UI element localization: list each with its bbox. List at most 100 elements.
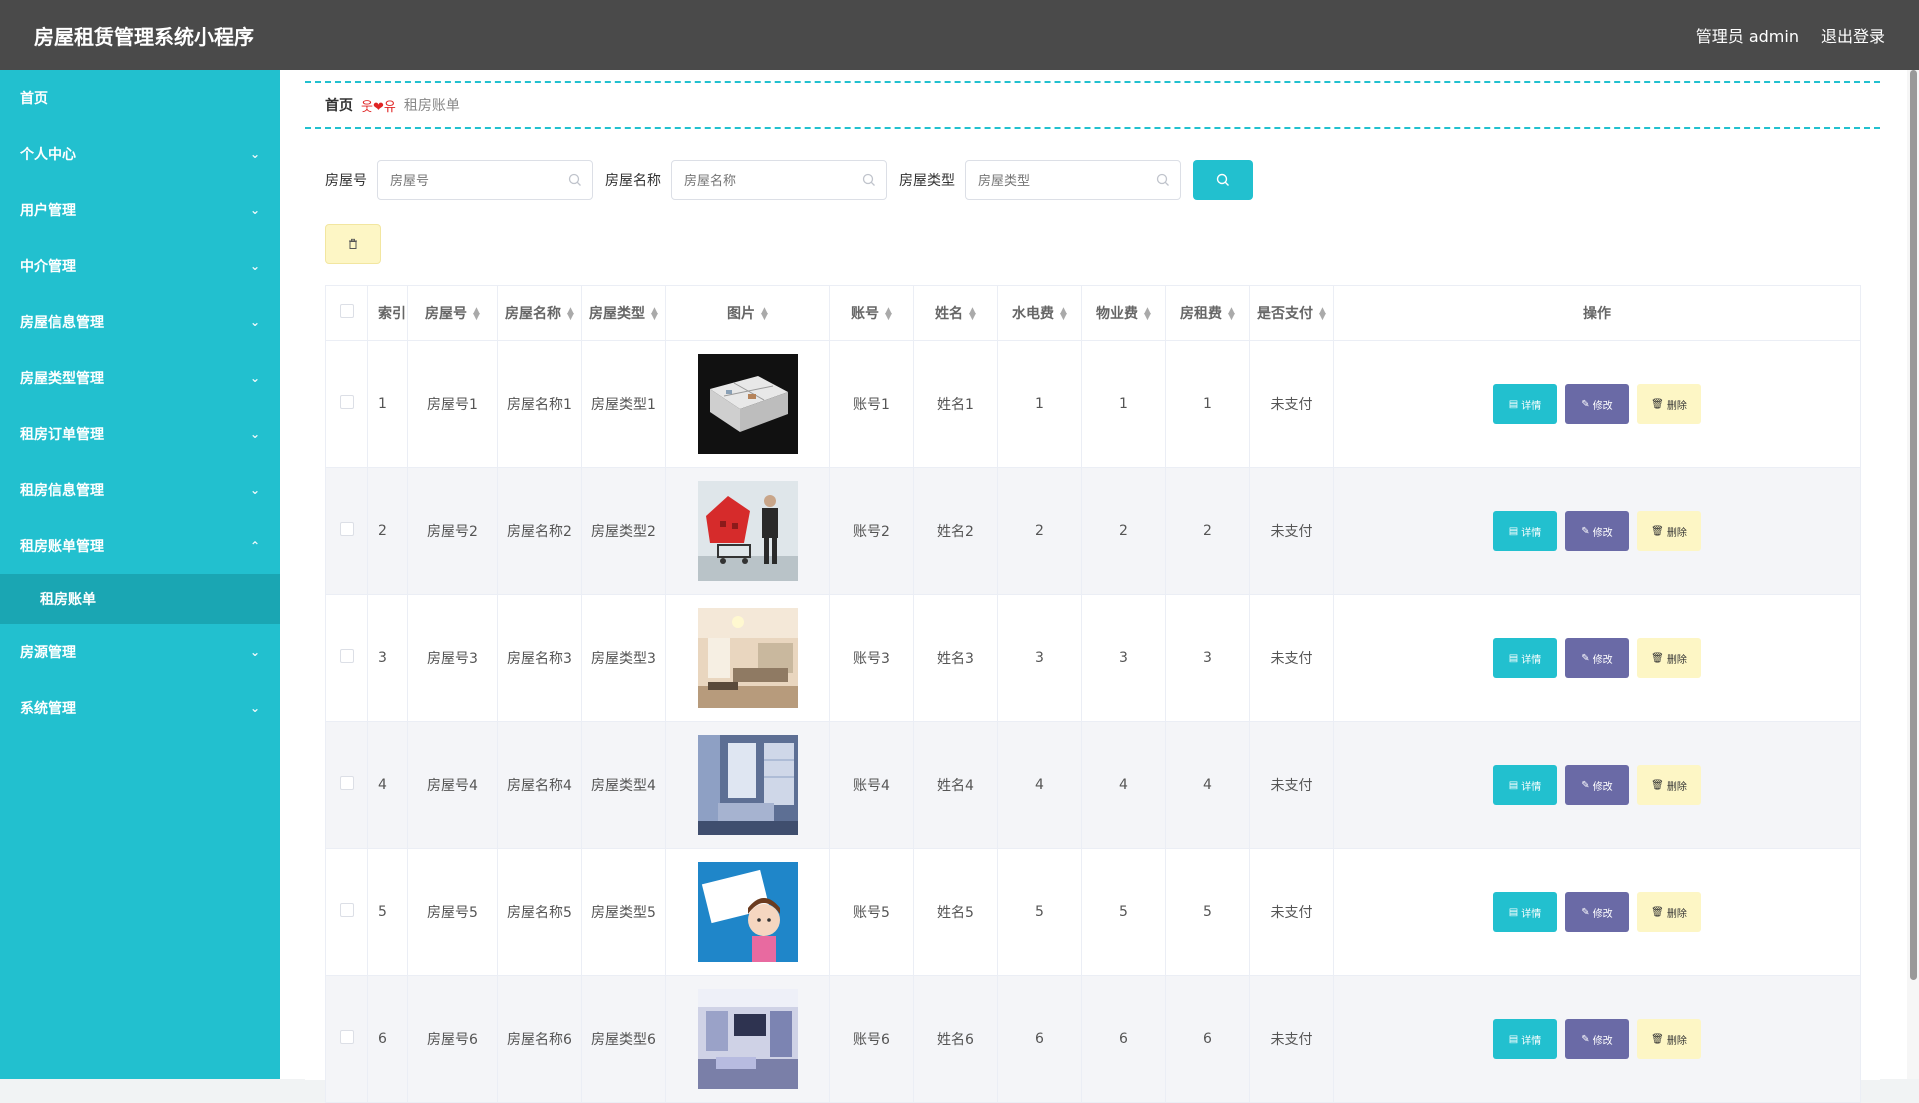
col-utility[interactable]: 水电费 ▲ ▼ bbox=[997, 285, 1082, 341]
edit-button[interactable]: ✎ 修改 bbox=[1565, 384, 1629, 424]
cell-ops: ▤ 详情 ✎ 修改 🗑 删除 bbox=[1333, 721, 1861, 849]
row-select-cell bbox=[325, 721, 368, 849]
row-checkbox[interactable] bbox=[339, 1030, 354, 1044]
sidebar-item-house-info[interactable]: 房屋信息管理 ⌄ bbox=[0, 294, 280, 350]
detail-button[interactable]: ▤ 详情 bbox=[1493, 1019, 1557, 1059]
col-label: 物业费 bbox=[1096, 306, 1139, 322]
sidebar-item-rental-bill[interactable]: 租房账单管理 ⌃ bbox=[0, 518, 280, 574]
top-right-area: 管理员 admin 退出登录 bbox=[1696, 23, 1885, 47]
batch-delete-button[interactable] bbox=[325, 224, 381, 264]
detail-button[interactable]: ▤ 详情 bbox=[1493, 765, 1557, 805]
sidebar-item-home[interactable]: 首页 bbox=[0, 70, 280, 126]
sort-icon: ▲ ▼ bbox=[1228, 306, 1235, 322]
scrollbar-thumb[interactable] bbox=[1910, 70, 1917, 980]
col-house-type[interactable]: 房屋类型 ▲ ▼ bbox=[581, 285, 666, 341]
col-name[interactable]: 姓名 ▲ ▼ bbox=[913, 285, 998, 341]
cell-property: 2 bbox=[1081, 467, 1166, 595]
delete-button[interactable]: 🗑 删除 bbox=[1637, 638, 1701, 678]
cell-house-no: 房屋号3 bbox=[407, 594, 498, 722]
cell-name: 姓名2 bbox=[913, 467, 998, 595]
row-checkbox[interactable] bbox=[339, 649, 354, 663]
house-image-purple-room[interactable] bbox=[697, 989, 798, 1089]
sort-icon: ▲ ▼ bbox=[761, 306, 768, 322]
detail-label: 详情 bbox=[1521, 400, 1542, 412]
cell-index: 2 bbox=[367, 467, 408, 595]
cell-utility: 1 bbox=[997, 340, 1082, 468]
edit-button[interactable]: ✎ 修改 bbox=[1565, 892, 1629, 932]
col-paid[interactable]: 是否支付 ▲ ▼ bbox=[1249, 285, 1334, 341]
detail-button[interactable]: ▤ 详情 bbox=[1493, 638, 1557, 678]
select-all-checkbox[interactable] bbox=[339, 304, 354, 318]
cell-ops: ▤ 详情 ✎ 修改 🗑 删除 bbox=[1333, 848, 1861, 976]
cell-house-no: 房屋号4 bbox=[407, 721, 498, 849]
sidebar-item-personal-center[interactable]: 个人中心 ⌄ bbox=[0, 126, 280, 182]
sidebar-item-user-management[interactable]: 用户管理 ⌄ bbox=[0, 182, 280, 238]
sidebar-item-rental-order[interactable]: 租房订单管理 ⌄ bbox=[0, 406, 280, 462]
row-checkbox[interactable] bbox=[339, 395, 354, 409]
sidebar-item-rental-info[interactable]: 租房信息管理 ⌄ bbox=[0, 462, 280, 518]
house-image-bedroom[interactable] bbox=[697, 735, 798, 835]
search-button[interactable] bbox=[1193, 160, 1253, 200]
cell-rent: 2 bbox=[1165, 467, 1250, 595]
cell-house-no: 房屋号1 bbox=[407, 340, 498, 468]
col-rent[interactable]: 房租费 ▲ ▼ bbox=[1165, 285, 1250, 341]
cell-paid: 未支付 bbox=[1249, 594, 1334, 722]
col-label: 姓名 bbox=[935, 306, 964, 322]
cell-ops: ▤ 详情 ✎ 修改 🗑 删除 bbox=[1333, 467, 1861, 595]
sidebar-subitem-rental-bill[interactable]: 租房账单 bbox=[0, 574, 280, 624]
row-checkbox[interactable] bbox=[339, 903, 354, 917]
sidebar-item-label: 租房订单管理 bbox=[20, 427, 104, 443]
sidebar-item-label: 个人中心 bbox=[20, 147, 76, 163]
cell-index: 4 bbox=[367, 721, 408, 849]
detail-label: 详情 bbox=[1521, 781, 1542, 793]
delete-button[interactable]: 🗑 删除 bbox=[1637, 1019, 1701, 1059]
cell-index: 1 bbox=[367, 340, 408, 468]
edit-button[interactable]: ✎ 修改 bbox=[1565, 765, 1629, 805]
delete-button[interactable]: 🗑 删除 bbox=[1637, 892, 1701, 932]
trash-icon: 🗑 bbox=[1651, 906, 1664, 918]
col-property[interactable]: 物业费 ▲ ▼ bbox=[1081, 285, 1166, 341]
sidebar-item-agent-management[interactable]: 中介管理 ⌄ bbox=[0, 238, 280, 294]
detail-button[interactable]: ▤ 详情 bbox=[1493, 892, 1557, 932]
search-input-house-no[interactable] bbox=[390, 172, 580, 188]
search-input-house-type[interactable] bbox=[978, 172, 1168, 188]
breadcrumb-home[interactable]: 首页 bbox=[325, 95, 353, 115]
row-checkbox[interactable] bbox=[339, 776, 354, 790]
col-house-name[interactable]: 房屋名称 ▲ ▼ bbox=[497, 285, 582, 341]
cell-paid: 未支付 bbox=[1249, 340, 1334, 468]
table-row: 4 房屋号4 房屋名称4 房屋类型4 账号4 姓名4 4 4 4 未支付 ▤ 详情 bbox=[325, 721, 1861, 849]
col-house-no[interactable]: 房屋号 ▲ ▼ bbox=[407, 285, 498, 341]
delete-button[interactable]: 🗑 删除 bbox=[1637, 765, 1701, 805]
table-row: 5 房屋号5 房屋名称5 房屋类型5 账号5 姓名5 5 5 5 未支付 ▤ 详情 bbox=[325, 848, 1861, 976]
sidebar-item-listing-management[interactable]: 房源管理 ⌄ bbox=[0, 624, 280, 680]
sidebar-item-house-type[interactable]: 房屋类型管理 ⌄ bbox=[0, 350, 280, 406]
house-image-livingroom[interactable] bbox=[697, 608, 798, 708]
edit-button[interactable]: ✎ 修改 bbox=[1565, 1019, 1629, 1059]
edit-button[interactable]: ✎ 修改 bbox=[1565, 511, 1629, 551]
detail-button[interactable]: ▤ 详情 bbox=[1493, 511, 1557, 551]
house-image-cart[interactable] bbox=[697, 481, 798, 581]
edit-button[interactable]: ✎ 修改 bbox=[1565, 638, 1629, 678]
house-image-cartoon-sign[interactable] bbox=[697, 862, 798, 962]
cell-property: 3 bbox=[1081, 594, 1166, 722]
trash-icon: 🗑 bbox=[1651, 398, 1664, 410]
sidebar-item-system-management[interactable]: 系统管理 ⌄ bbox=[0, 680, 280, 736]
house-image-floorplan[interactable] bbox=[697, 354, 798, 454]
vertical-scrollbar[interactable] bbox=[1907, 70, 1919, 1079]
detail-button[interactable]: ▤ 详情 bbox=[1493, 384, 1557, 424]
logout-button[interactable]: 退出登录 bbox=[1821, 23, 1885, 47]
cell-index: 3 bbox=[367, 594, 408, 722]
col-image[interactable]: 图片 ▲ ▼ bbox=[665, 285, 830, 341]
delete-button[interactable]: 🗑 删除 bbox=[1637, 511, 1701, 551]
cell-house-no: 房屋号5 bbox=[407, 848, 498, 976]
delete-button[interactable]: 🗑 删除 bbox=[1637, 384, 1701, 424]
row-checkbox[interactable] bbox=[339, 522, 354, 536]
cell-name: 姓名3 bbox=[913, 594, 998, 722]
trash-icon: 🗑 bbox=[1651, 779, 1664, 791]
col-account[interactable]: 账号 ▲ ▼ bbox=[829, 285, 914, 341]
cell-property: 6 bbox=[1081, 975, 1166, 1103]
cell-house-name: 房屋名称4 bbox=[497, 721, 582, 849]
search-input-house-name[interactable] bbox=[684, 172, 874, 188]
cell-rent: 1 bbox=[1165, 340, 1250, 468]
edit-icon: ✎ bbox=[1581, 779, 1590, 791]
